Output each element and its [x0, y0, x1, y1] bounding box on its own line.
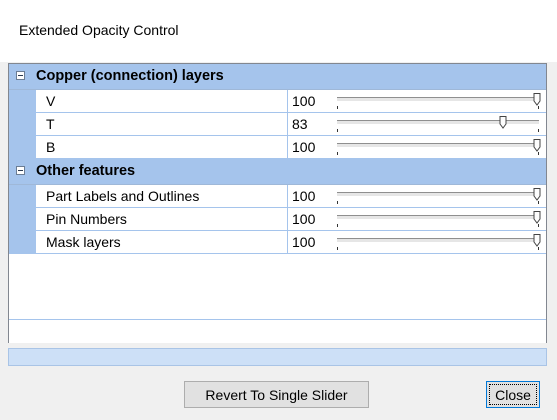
slider-tick [337, 224, 338, 227]
title-bar: Extended Opacity Control [0, 0, 557, 62]
table-row: Pin Numbers 100 [9, 208, 546, 231]
layer-value-cell: 100 [288, 136, 546, 159]
opacity-property-grid: Copper (connection) layers V 100 T 83 B … [8, 63, 547, 343]
collapse-icon[interactable] [16, 71, 25, 80]
slider-track[interactable] [337, 143, 539, 148]
group-header-copper[interactable]: Copper (connection) layers [9, 64, 546, 90]
layer-value-cell: 83 [288, 113, 546, 136]
opacity-slider[interactable] [334, 234, 542, 250]
opacity-slider[interactable] [334, 116, 542, 132]
extended-opacity-window: Extended Opacity Control Copper (connect… [0, 0, 557, 420]
slider-tick [337, 247, 338, 250]
slider-track[interactable] [337, 192, 539, 197]
group-label: Other features [36, 163, 136, 179]
layer-name: Pin Numbers [36, 208, 288, 231]
opacity-slider[interactable] [334, 139, 542, 155]
opacity-value[interactable]: 83 [292, 113, 308, 135]
collapse-icon[interactable] [16, 166, 25, 175]
slider-thumb[interactable] [533, 188, 541, 201]
table-row: Part Labels and Outlines 100 [9, 185, 546, 208]
table-row: T 83 [9, 113, 546, 136]
table-row: Mask layers 100 [9, 231, 546, 254]
slider-tick [538, 129, 539, 132]
slider-thumb[interactable] [499, 116, 507, 129]
group-label: Copper (connection) layers [36, 68, 224, 84]
slider-track[interactable] [337, 215, 539, 220]
slider-tick [337, 201, 338, 204]
slider-track[interactable] [337, 97, 539, 102]
table-row: B 100 [9, 136, 546, 159]
opacity-slider[interactable] [334, 188, 542, 204]
layer-name: Part Labels and Outlines [36, 185, 288, 208]
revert-to-single-slider-button[interactable]: Revert To Single Slider [184, 381, 369, 408]
slider-thumb[interactable] [533, 139, 541, 152]
slider-tick [538, 247, 539, 250]
slider-thumb[interactable] [533, 211, 541, 224]
slider-track[interactable] [337, 238, 539, 243]
layer-name: T [36, 113, 288, 136]
slider-tick [337, 106, 338, 109]
layer-name: B [36, 136, 288, 159]
close-button-label: Close [495, 387, 531, 403]
layer-value-cell: 100 [288, 208, 546, 231]
close-button[interactable]: Close [486, 381, 540, 408]
layer-value-cell: 100 [288, 185, 546, 208]
layer-value-cell: 100 [288, 231, 546, 254]
table-row: V 100 [9, 90, 546, 113]
opacity-slider[interactable] [334, 93, 542, 109]
layer-name: V [36, 90, 288, 113]
window-title: Extended Opacity Control [19, 22, 179, 38]
slider-tick [538, 201, 539, 204]
opacity-value[interactable]: 100 [292, 208, 315, 230]
slider-thumb[interactable] [533, 234, 541, 247]
status-bar [8, 348, 547, 366]
group-header-other-features[interactable]: Other features [9, 159, 546, 185]
opacity-value[interactable]: 100 [292, 231, 315, 253]
opacity-value[interactable]: 100 [292, 90, 315, 112]
opacity-slider[interactable] [334, 211, 542, 227]
slider-tick [337, 129, 338, 132]
grid-empty-row [9, 319, 546, 343]
slider-tick [538, 106, 539, 109]
slider-tick [538, 224, 539, 227]
layer-name: Mask layers [36, 231, 288, 254]
opacity-value[interactable]: 100 [292, 136, 315, 158]
slider-thumb[interactable] [533, 93, 541, 106]
slider-tick [337, 152, 338, 155]
layer-value-cell: 100 [288, 90, 546, 113]
slider-track[interactable] [337, 120, 539, 125]
slider-tick [538, 152, 539, 155]
opacity-value[interactable]: 100 [292, 185, 315, 207]
